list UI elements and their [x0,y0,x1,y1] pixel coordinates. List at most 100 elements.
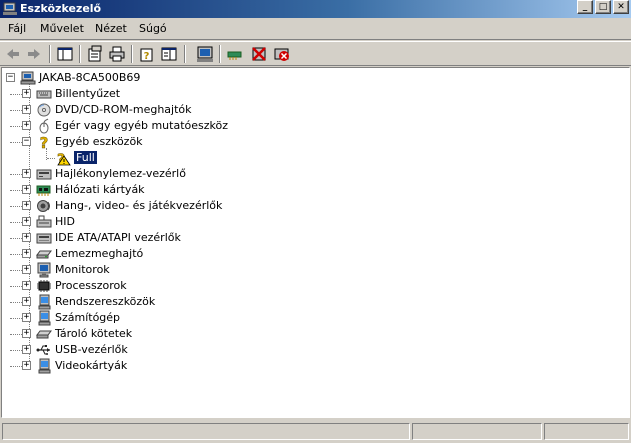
expand-toggle[interactable]: + [22,169,31,178]
tree-connector [10,142,22,143]
ide-controller-icon [36,230,52,246]
minimize-button[interactable]: _ [577,0,593,14]
details-view-icon[interactable] [160,45,178,63]
expand-toggle[interactable]: + [22,201,31,210]
back-icon[interactable] [4,45,22,63]
warning-device-icon: ? [55,150,71,166]
expand-toggle[interactable]: + [22,361,31,370]
expand-toggle[interactable]: + [22,329,31,338]
tree-connector [10,270,22,271]
menu-action[interactable]: Művelet [40,22,84,35]
menu-view[interactable]: Nézet [95,22,127,35]
expand-toggle[interactable]: + [22,249,31,258]
title-bar[interactable]: Eszközkezelő _ □ ✕ [0,0,631,18]
expand-toggle[interactable]: + [22,105,31,114]
tree-connector [10,318,22,319]
expand-toggle[interactable]: + [22,89,31,98]
expand-toggle[interactable]: + [22,121,31,130]
hid-icon [36,214,52,230]
disk-drive-icon [36,246,52,262]
expand-toggle[interactable]: + [22,185,31,194]
toolbar: ? [0,41,631,66]
tree-node-label: Hálózati kártyák [55,183,145,196]
cdrom-icon [36,102,52,118]
print-icon[interactable] [108,45,126,63]
tree-connector [10,94,22,95]
console-tree-icon[interactable] [56,45,74,63]
tree-node-label: Hajlékonylemez-vezérlő [55,167,186,180]
display-adapter-icon [36,358,52,374]
tree-connector [10,302,22,303]
update-driver-icon[interactable] [226,45,244,63]
expand-toggle[interactable]: + [22,217,31,226]
expand-toggle[interactable]: + [22,281,31,290]
tree-node-label: DVD/CD-ROM-meghajtók [55,103,192,116]
disable-device-icon[interactable] [250,45,268,63]
expand-toggle[interactable]: + [22,297,31,306]
floppy-controller-icon [36,166,52,182]
expand-toggle[interactable]: + [22,345,31,354]
tree-node-label: Full [73,150,98,165]
tree-connector [10,110,22,111]
menu-bar: Fájl Művelet Nézet Súgó [0,18,631,40]
tree-node-label: USB-vezérlők [55,343,128,356]
tree-connector [10,174,22,175]
tree-node-label: Lemezmeghajtó [55,247,144,260]
properties-icon[interactable] [86,45,104,63]
collapse-toggle[interactable]: − [22,137,31,146]
tree-connector [10,222,22,223]
tree-node-label: Rendszereszközök [55,295,156,308]
tree-connector [10,190,22,191]
toolbar-separator [49,45,51,63]
toolbar-separator [131,45,133,63]
tree-node-label: Számítógép [55,311,121,324]
tree-node-label: Videokártyák [55,359,128,372]
expand-toggle[interactable]: + [22,265,31,274]
system-device-icon [36,294,52,310]
tree-node-label: Monitorok [55,263,110,276]
tree-connector [10,334,22,335]
sound-icon [36,198,52,214]
tree-connector [10,126,22,127]
mouse-icon [36,118,52,134]
tree-connector [10,366,22,367]
processor-icon [36,278,52,294]
toolbar-separator [79,45,81,63]
svg-text:?: ? [144,51,150,62]
tree-connector [10,254,22,255]
keyboard-icon [36,86,52,102]
forward-icon[interactable] [25,45,43,63]
tree-connector [10,286,22,287]
toolbar-separator [219,45,221,63]
tree-node-label: HID [55,215,75,228]
storage-volume-icon [36,326,52,342]
computer-icon [20,70,36,86]
usb-icon [36,342,52,358]
tree-connector [10,206,22,207]
monitor-icon [36,262,52,278]
expand-toggle[interactable]: + [22,233,31,242]
maximize-button[interactable]: □ [595,0,611,14]
collapse-toggle[interactable]: − [6,73,15,82]
tree-node-label: Tároló kötetek [55,327,133,340]
status-panel [544,423,629,440]
tree-node-label: Egér vagy egyéb mutatóeszköz [55,119,229,132]
close-button[interactable]: ✕ [613,0,629,14]
uninstall-device-icon[interactable] [273,45,291,63]
status-bar [0,420,631,443]
tree-node-label: IDE ATA/ATAPI vezérlők [55,231,181,244]
toolbar-separator [184,45,186,63]
tree-node-label: Billentyűzet [55,87,121,100]
menu-file[interactable]: Fájl [8,22,26,35]
status-panel [2,423,410,440]
network-card-icon [36,182,52,198]
device-tree[interactable]: − JAKAB-8CA500B69 + Billentyűzet + DVD/CD-R… [1,67,630,418]
scan-hardware-icon[interactable] [196,45,214,63]
device-manager-icon [3,2,17,15]
tree-connector [10,350,22,351]
computer-icon [36,310,52,326]
expand-toggle[interactable]: + [22,313,31,322]
unknown-device-icon: ? [36,134,52,150]
help-icon[interactable]: ? [138,45,156,63]
menu-help[interactable]: Súgó [139,22,167,35]
